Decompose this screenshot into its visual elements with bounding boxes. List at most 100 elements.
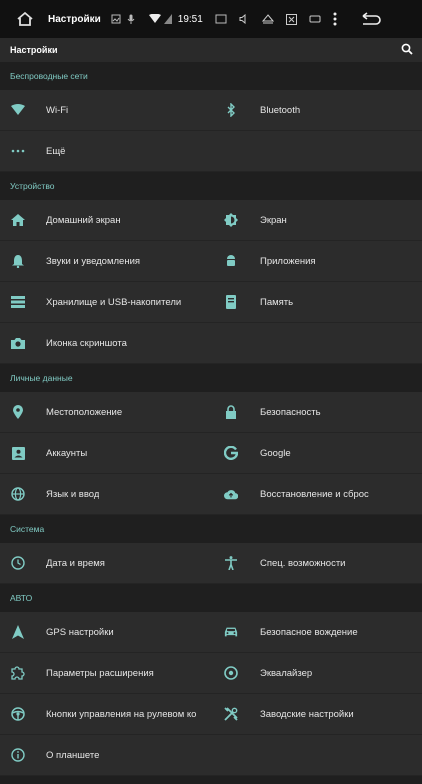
settings-row: О планшете <box>0 735 422 776</box>
settings-item-equalizer[interactable]: Эквалайзер <box>211 653 422 693</box>
settings-row: Звуки и уведомления Приложения <box>0 241 422 282</box>
empty-cell <box>211 131 422 171</box>
settings-item-bell[interactable]: Звуки и уведомления <box>0 241 211 281</box>
settings-item-label: Хранилище и USB-накопители <box>46 296 182 308</box>
globe-icon <box>11 487 25 501</box>
settings-item-storage[interactable]: Хранилище и USB-накопители <box>0 282 211 322</box>
settings-item-label: Заводские настройки <box>260 708 354 720</box>
settings-item-label: Язык и ввод <box>46 488 100 500</box>
settings-item-location-pin[interactable]: Местоположение <box>0 392 211 432</box>
memory-icon <box>224 295 238 309</box>
settings-row: Параметры расширения Эквалайзер <box>0 653 422 694</box>
search-icon[interactable] <box>401 43 413 55</box>
settings-item-info[interactable]: О планшете <box>0 735 211 775</box>
settings-item-label: Память <box>260 296 294 308</box>
bluetooth-icon <box>224 103 238 117</box>
empty-cell <box>211 735 422 775</box>
status-bar: Настройки 19:51 <box>0 0 422 38</box>
settings-item-extension[interactable]: Параметры расширения <box>0 653 211 693</box>
section-header: Устройство <box>10 181 55 191</box>
settings-row: Аккаунты Google <box>0 433 422 474</box>
settings-row: Кнопки управления на рулевом ко Заводские… <box>0 694 422 735</box>
equalizer-icon <box>224 666 238 680</box>
settings-item-car[interactable]: Безопасное вождение <box>211 612 422 652</box>
volume-icon[interactable] <box>239 14 250 24</box>
settings-item-label: Звуки и уведомления <box>46 255 141 267</box>
settings-item-account[interactable]: Аккаунты <box>0 433 211 473</box>
settings-row: Язык и ввод Восстановление и сброс <box>0 474 422 515</box>
settings-item-bluetooth[interactable]: Bluetooth <box>211 90 422 130</box>
google-icon <box>224 446 238 460</box>
settings-row: Wi-Fi Bluetooth <box>0 90 422 131</box>
settings-item-lock[interactable]: Безопасность <box>211 392 422 432</box>
camera-icon <box>11 336 25 350</box>
settings-row: Хранилище и USB-накопители Память <box>0 282 422 323</box>
settings-item-label: Эквалайзер <box>260 667 313 679</box>
mic-icon <box>127 14 135 24</box>
settings-item-label: Иконка скриншота <box>46 337 127 349</box>
settings-item-globe[interactable]: Язык и ввод <box>0 474 211 514</box>
gallery-icon <box>111 14 121 24</box>
settings-row: GPS настройки Безопасное вождение <box>0 612 422 653</box>
navigation-icon <box>11 625 25 639</box>
settings-item-navigation[interactable]: GPS настройки <box>0 612 211 652</box>
android-icon <box>224 254 238 268</box>
location-pin-icon <box>11 405 25 419</box>
settings-item-cloud-upload[interactable]: Восстановление и сброс <box>211 474 422 514</box>
window-icon[interactable] <box>309 14 321 24</box>
settings-item-more-dots[interactable]: Ещё <box>0 131 211 171</box>
settings-item-label: Безопасность <box>260 406 321 418</box>
empty-cell <box>211 323 422 363</box>
settings-item-label: GPS настройки <box>46 626 114 638</box>
settings-row: Дата и время Спец. возможности <box>0 543 422 584</box>
settings-row: Домашний экран Экран <box>0 200 422 241</box>
settings-row: Ещё <box>0 131 422 172</box>
settings-item-label: Аккаунты <box>46 447 88 459</box>
section-header: Личные данные <box>10 373 73 383</box>
settings-row: Иконка скриншота <box>0 323 422 364</box>
settings-item-android[interactable]: Приложения <box>211 241 422 281</box>
eject-icon[interactable] <box>261 13 274 25</box>
settings-item-label: Параметры расширения <box>46 667 154 679</box>
lock-icon <box>224 405 238 419</box>
settings-item-home[interactable]: Домашний экран <box>0 200 211 240</box>
home-icon <box>11 213 25 227</box>
bell-icon <box>11 254 25 268</box>
more-vert-icon[interactable] <box>333 12 337 26</box>
settings-item-google[interactable]: Google <box>211 433 422 473</box>
settings-item-label: Местоположение <box>46 406 123 418</box>
account-icon <box>11 446 25 460</box>
screen-icon[interactable] <box>215 14 227 24</box>
info-icon <box>11 748 25 762</box>
settings-item-clock[interactable]: Дата и время <box>0 543 211 583</box>
settings-item-tools[interactable]: Заводские настройки <box>211 694 422 734</box>
tools-icon <box>224 707 238 721</box>
more-dots-icon <box>11 144 25 158</box>
settings-item-steering-wheel[interactable]: Кнопки управления на рулевом ко <box>0 694 211 734</box>
settings-item-brightness[interactable]: Экран <box>211 200 422 240</box>
settings-item-wifi[interactable]: Wi-Fi <box>0 90 211 130</box>
settings-item-label: Домашний экран <box>46 214 121 226</box>
settings-item-label: Кнопки управления на рулевом ко <box>46 708 197 720</box>
settings-item-memory[interactable]: Память <box>211 282 422 322</box>
cloud-upload-icon <box>224 487 238 501</box>
car-icon <box>224 625 238 639</box>
settings-item-accessibility[interactable]: Спец. возможности <box>211 543 422 583</box>
section-header: Система <box>10 524 45 534</box>
cell-signal-icon <box>163 14 172 24</box>
extension-icon <box>11 666 25 680</box>
settings-item-label: Восстановление и сброс <box>260 488 369 500</box>
settings-row: Местоположение Безопасность <box>0 392 422 433</box>
settings-item-label: Bluetooth <box>260 104 301 116</box>
settings-item-camera[interactable]: Иконка скриншота <box>0 323 211 363</box>
brightness-icon <box>224 213 238 227</box>
settings-list: Беспроводные сети Wi-Fi Bluetooth Ещё Устрой… <box>0 62 422 776</box>
settings-item-label: Экран <box>260 214 287 226</box>
home-icon[interactable] <box>16 11 34 27</box>
clock-icon <box>11 556 25 570</box>
back-icon[interactable] <box>359 12 381 26</box>
close-box-icon[interactable] <box>285 13 297 25</box>
settings-item-label: О планшете <box>46 749 100 761</box>
settings-item-label: Ещё <box>46 145 66 157</box>
wifi-icon <box>11 103 25 117</box>
